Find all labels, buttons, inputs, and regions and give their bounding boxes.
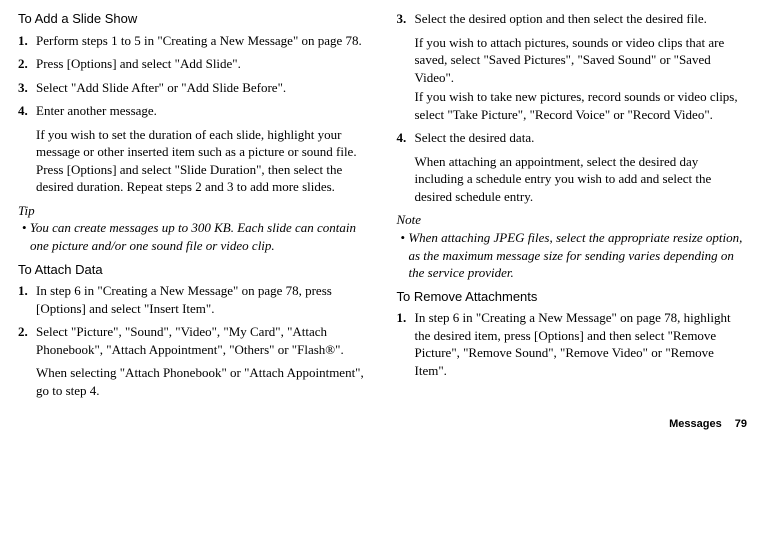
heading-remove-attachments: To Remove Attachments	[397, 288, 750, 306]
step-number: 2.	[18, 55, 36, 73]
steps-attach-data-cont2: 4.Select the desired data.	[397, 129, 750, 147]
two-column-layout: To Add a Slide Show 1.Perform steps 1 to…	[18, 10, 749, 405]
step-note: When selecting "Attach Phonebook" or "At…	[36, 364, 371, 399]
list-item: 1.In step 6 in "Creating a New Message" …	[18, 282, 371, 317]
steps-remove-attachments: 1.In step 6 in "Creating a New Message" …	[397, 309, 750, 379]
step-text: Select the desired data.	[415, 129, 750, 147]
step-number: 2.	[18, 323, 36, 358]
page-footer: Messages 79	[18, 417, 749, 432]
step-text: Select "Add Slide After" or "Add Slide B…	[36, 79, 371, 97]
step-text: Perform steps 1 to 5 in "Creating a New …	[36, 32, 371, 50]
step-number: 3.	[18, 79, 36, 97]
list-item: 2.Select "Picture", "Sound", "Video", "M…	[18, 323, 371, 358]
step-number: 3.	[397, 10, 415, 28]
step-text: Enter another message.	[36, 102, 371, 120]
note-body: When attaching JPEG files, select the ap…	[409, 229, 750, 282]
step-text: Select "Picture", "Sound", "Video", "My …	[36, 323, 371, 358]
footer-page-number: 79	[735, 418, 747, 430]
steps-attach-data-cont: 3.Select the desired option and then sel…	[397, 10, 750, 28]
step-number: 4.	[397, 129, 415, 147]
step-number: 1.	[18, 282, 36, 317]
step-number: 1.	[397, 309, 415, 379]
list-item: 2.Press [Options] and select "Add Slide"…	[18, 55, 371, 73]
step-text: Press [Options] and select "Add Slide".	[36, 55, 371, 73]
note-label: Note	[397, 211, 750, 229]
step-text: In step 6 in "Creating a New Message" on…	[415, 309, 750, 379]
step-note: If you wish to take new pictures, record…	[415, 88, 750, 123]
right-column: 3.Select the desired option and then sel…	[397, 10, 750, 405]
page: To Add a Slide Show 1.Perform steps 1 to…	[0, 0, 767, 432]
heading-add-slide-show: To Add a Slide Show	[18, 10, 371, 28]
list-item: 4.Select the desired data.	[397, 129, 750, 147]
footer-section-label: Messages	[669, 418, 722, 430]
steps-attach-data: 1.In step 6 in "Creating a New Message" …	[18, 282, 371, 358]
tip-body: You can create messages up to 300 KB. Ea…	[30, 219, 371, 254]
step-text: In step 6 in "Creating a New Message" on…	[36, 282, 371, 317]
step-note: When attaching an appointment, select th…	[415, 153, 750, 206]
list-item: 1.In step 6 in "Creating a New Message" …	[397, 309, 750, 379]
list-item: 4.Enter another message.	[18, 102, 371, 120]
heading-attach-data: To Attach Data	[18, 261, 371, 279]
step-text: Select the desired option and then selec…	[415, 10, 750, 28]
list-item: 3.Select "Add Slide After" or "Add Slide…	[18, 79, 371, 97]
tip-label: Tip	[18, 202, 371, 220]
step-number: 4.	[18, 102, 36, 120]
step-note: If you wish to set the duration of each …	[36, 126, 371, 196]
steps-add-slide-show: 1.Perform steps 1 to 5 in "Creating a Ne…	[18, 32, 371, 120]
list-item: 3.Select the desired option and then sel…	[397, 10, 750, 28]
step-number: 1.	[18, 32, 36, 50]
step-note: If you wish to attach pictures, sounds o…	[415, 34, 750, 87]
list-item: 1.Perform steps 1 to 5 in "Creating a Ne…	[18, 32, 371, 50]
left-column: To Add a Slide Show 1.Perform steps 1 to…	[18, 10, 371, 405]
